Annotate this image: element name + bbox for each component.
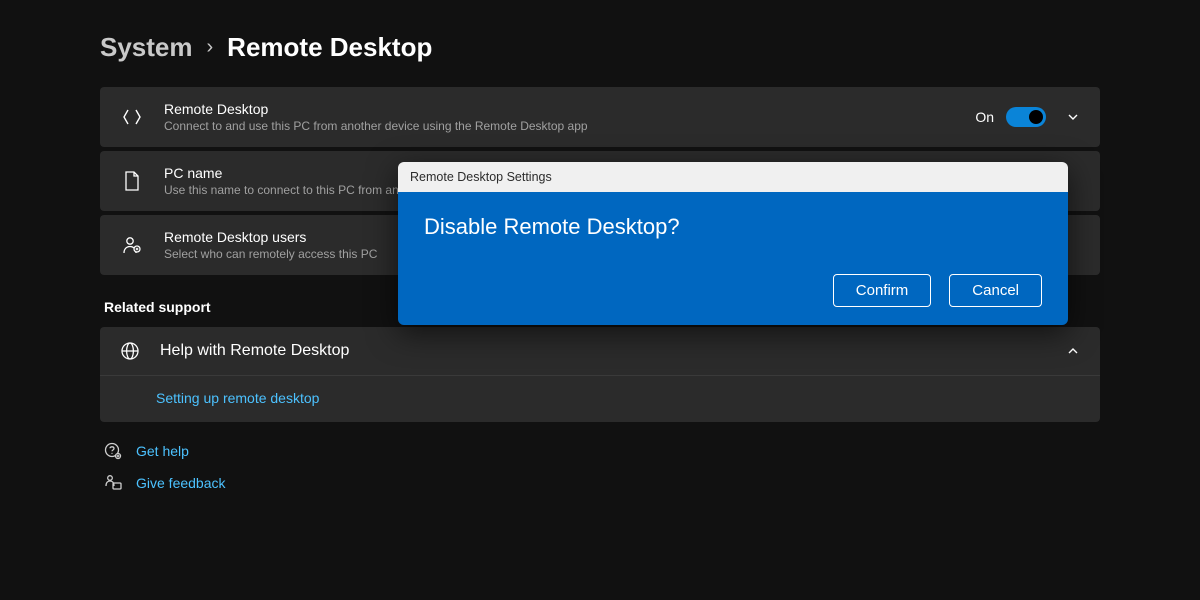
breadcrumb: System › Remote Desktop: [100, 32, 1100, 63]
document-icon: [120, 171, 144, 191]
help-title: Help with Remote Desktop: [160, 342, 1046, 360]
chevron-right-icon: ›: [207, 36, 214, 59]
give-feedback-link[interactable]: Give feedback: [136, 475, 226, 491]
remote-desktop-icon: [120, 107, 144, 127]
card-subtitle: Connect to and use this PC from another …: [164, 119, 955, 133]
chevron-up-icon: [1066, 344, 1080, 358]
get-help-link[interactable]: Get help: [136, 443, 189, 459]
globe-icon: [120, 341, 140, 361]
toggle-holder: On: [975, 107, 1080, 127]
help-body: Setting up remote desktop: [100, 375, 1100, 422]
dialog-body: Disable Remote Desktop? Confirm Cancel: [398, 192, 1068, 325]
give-feedback-row[interactable]: Give feedback: [104, 474, 1100, 492]
remote-desktop-card[interactable]: Remote Desktop Connect to and use this P…: [100, 87, 1100, 147]
cancel-button[interactable]: Cancel: [949, 274, 1042, 307]
help-icon: [104, 442, 122, 460]
breadcrumb-leaf: Remote Desktop: [227, 32, 432, 63]
card-texts: Remote Desktop Connect to and use this P…: [164, 101, 955, 133]
feedback-icon: [104, 474, 122, 492]
dialog-heading: Disable Remote Desktop?: [424, 214, 1042, 240]
disable-remote-desktop-dialog: Remote Desktop Settings Disable Remote D…: [398, 162, 1068, 325]
users-icon: [120, 235, 144, 255]
card-title: Remote Desktop: [164, 101, 955, 117]
remote-desktop-toggle[interactable]: [1006, 107, 1046, 127]
breadcrumb-root[interactable]: System: [100, 32, 193, 63]
confirm-button[interactable]: Confirm: [833, 274, 932, 307]
help-link-setup[interactable]: Setting up remote desktop: [156, 390, 319, 406]
toggle-knob: [1029, 110, 1043, 124]
help-card: Help with Remote Desktop Setting up remo…: [100, 327, 1100, 422]
get-help-row[interactable]: Get help: [104, 442, 1100, 460]
dialog-buttons: Confirm Cancel: [424, 274, 1042, 307]
footer-links: Get help Give feedback: [100, 442, 1100, 492]
toggle-state-label: On: [975, 109, 994, 125]
chevron-down-icon[interactable]: [1066, 110, 1080, 124]
dialog-titlebar: Remote Desktop Settings: [398, 162, 1068, 192]
help-header[interactable]: Help with Remote Desktop: [100, 327, 1100, 375]
